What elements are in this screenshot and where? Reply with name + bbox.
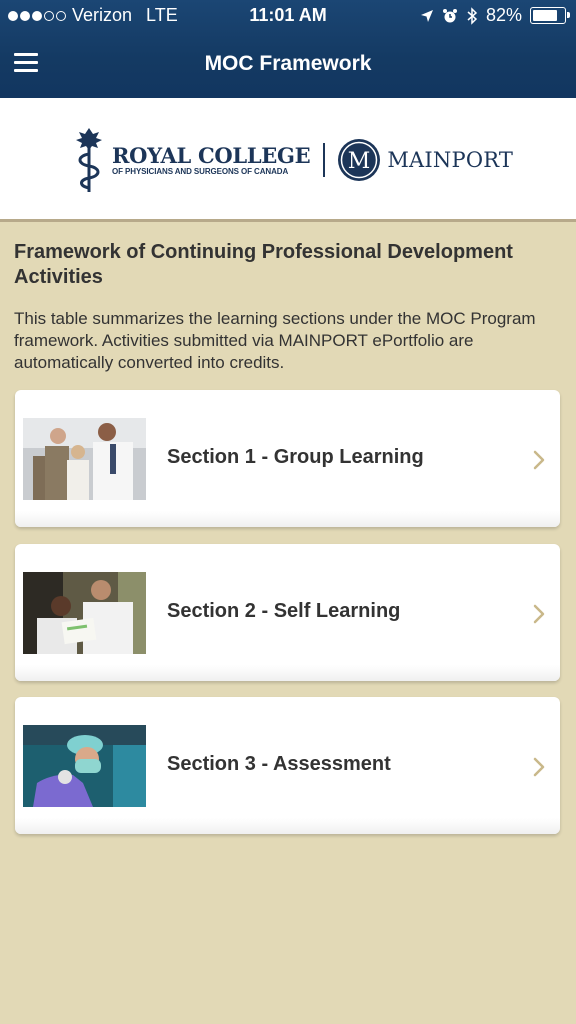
mainport-logo-letter: M [348, 149, 371, 174]
section-3-label: Section 3 - Assessment [167, 753, 391, 775]
alarm-clock-icon [442, 8, 457, 22]
top-bar: Verizon LTE 11:01 AM 82% MOC Framework [0, 0, 576, 98]
status-bar: Verizon LTE 11:01 AM 82% [0, 0, 576, 32]
chevron-right-icon [533, 604, 545, 624]
nav-bar: MOC Framework [0, 32, 576, 98]
bluetooth-icon [467, 6, 478, 25]
page-heading: Framework of Continuing Professional Dev… [14, 241, 513, 288]
mainport-name: MAINPORT [387, 148, 514, 172]
section-2-photo [23, 572, 146, 654]
section-1-card[interactable]: Section 1 - Group Learning [15, 390, 560, 527]
royal-college-subtitle: OF PHYSICIANS AND SURGEONS OF CANADA [112, 166, 289, 176]
royal-college-name: ROYAL COLLEGE [112, 142, 311, 168]
section-3-card[interactable]: Section 3 - Assessment [15, 697, 560, 834]
location-arrow-icon [420, 9, 433, 22]
battery-percent: 82% [485, 5, 522, 25]
logo-divider [323, 143, 326, 177]
section-1-label: Section 1 - Group Learning [167, 446, 424, 468]
logo-banner: ROYAL COLLEGE OF PHYSICIANS AND SURGEONS… [0, 98, 576, 222]
chevron-right-icon [533, 450, 545, 470]
section-2-label: Section 2 - Self Learning [167, 600, 401, 622]
battery-icon [530, 7, 570, 24]
section-1-photo [23, 418, 146, 500]
chevron-right-icon [533, 757, 545, 777]
mainport-logo-icon: M [338, 139, 381, 181]
section-2-card[interactable]: Section 2 - Self Learning [15, 544, 560, 681]
nav-title: MOC Framework [204, 52, 372, 75]
section-3-photo [23, 725, 146, 807]
intro-text: This table summarizes the learning secti… [14, 309, 536, 372]
royal-college-emblem-icon [76, 128, 102, 192]
